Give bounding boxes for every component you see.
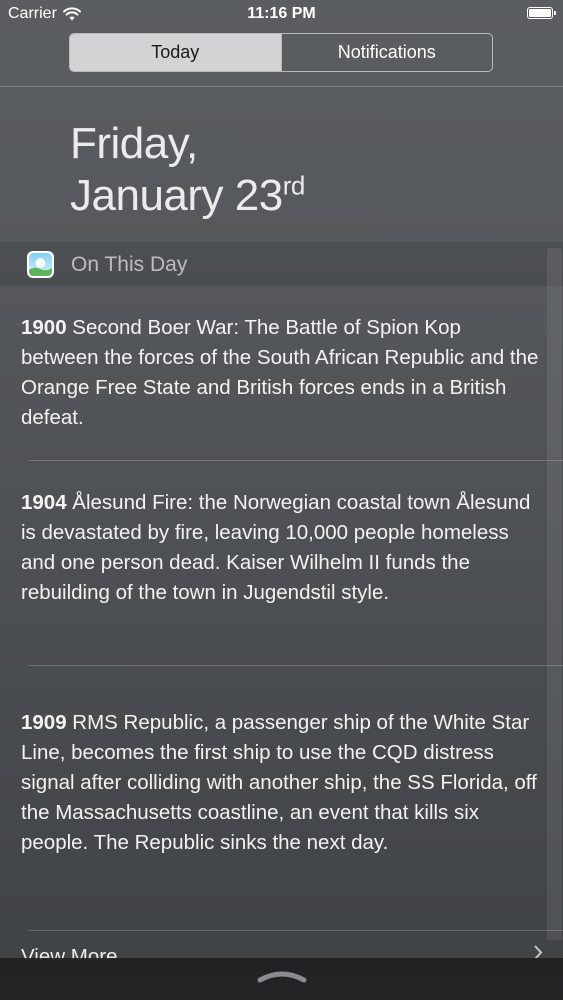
battery-fill [529,9,551,17]
date-month-day: January 23rd [70,170,305,222]
date-weekday: Friday, [70,119,198,168]
battery-icon [527,7,556,19]
grabber-handle-icon[interactable] [257,969,307,983]
event-year: 1909 [21,711,67,734]
scrollbar[interactable] [543,248,563,940]
widget-header-on-this-day[interactable]: On This Day [0,242,563,286]
event-year: 1900 [21,316,67,339]
event-text: Ålesund Fire: the Norwegian coastal town… [21,491,531,604]
header-divider [0,86,563,87]
entry-separator [28,665,563,666]
event-entry: 1900 Second Boer War: The Battle of Spio… [21,313,541,433]
event-text: RMS Republic, a passenger ship of the Wh… [21,711,537,854]
status-bar: Carrier 11:16 PM [0,0,563,30]
date-ordinal-suffix: rd [282,170,306,201]
tab-today[interactable]: Today [70,34,281,71]
widget-title: On This Day [71,253,188,276]
date-month-day-text: January 23 [70,171,283,220]
scrollbar-thumb[interactable] [547,248,562,940]
status-time: 11:16 PM [247,5,316,22]
on-this-day-app-icon [27,251,54,278]
tab-notifications[interactable]: Notifications [280,34,493,71]
entry-separator [28,460,563,461]
today-date: Friday, January 23rd [70,118,305,222]
event-text: Second Boer War: The Battle of Spion Kop… [21,316,539,429]
today-notifications-segmented-control: Today Notifications [69,33,493,72]
event-entry: 1909 RMS Republic, a passenger ship of t… [21,708,541,858]
event-year: 1904 [21,491,67,514]
entry-separator [28,930,563,931]
event-entry: 1904 Ålesund Fire: the Norwegian coastal… [21,488,541,608]
